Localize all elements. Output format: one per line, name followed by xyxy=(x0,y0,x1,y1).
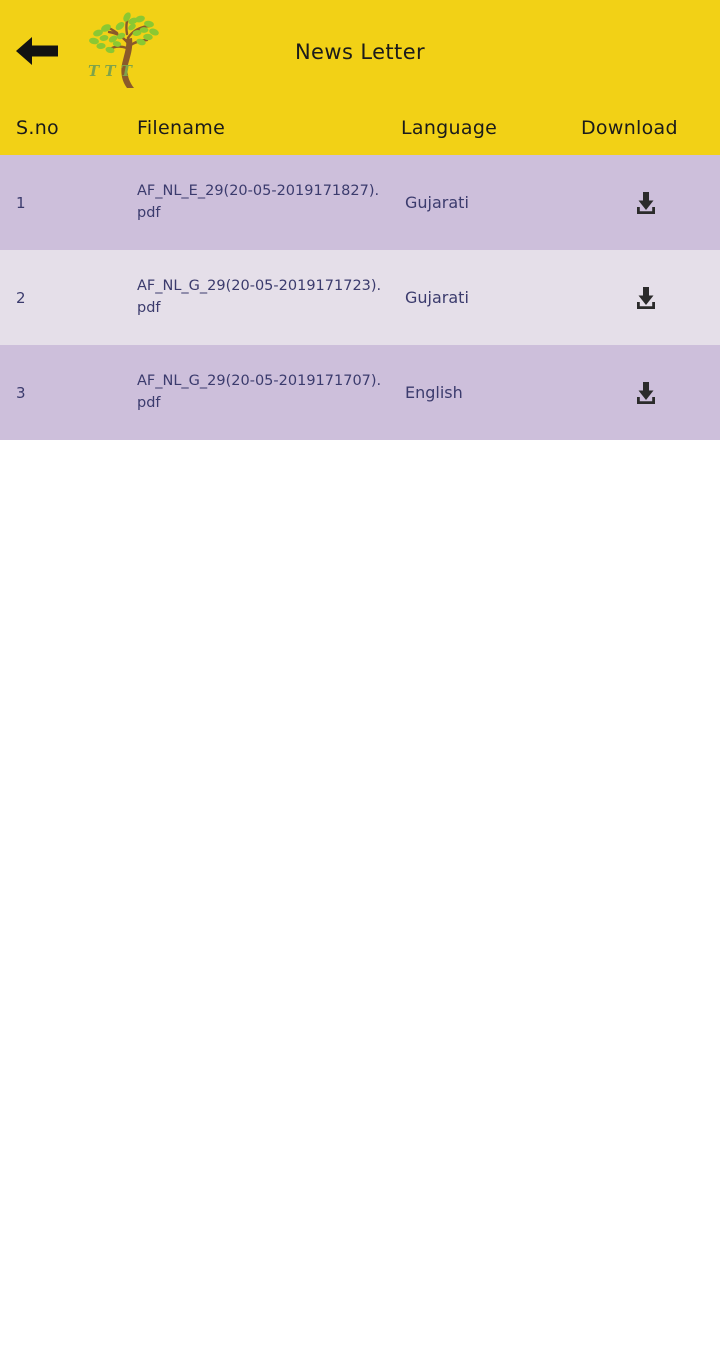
download-icon xyxy=(637,381,655,404)
column-header-download: Download xyxy=(581,117,678,139)
table-row[interactable]: 2 AF_NL_G_29(20-05-2019171723).pdf Gujar… xyxy=(0,250,720,345)
cell-language: Gujarati xyxy=(405,288,469,307)
cell-filename: AF_NL_E_29(20-05-2019171827).pdf xyxy=(137,183,380,221)
cell-language: English xyxy=(405,383,463,402)
table-row[interactable]: 3 AF_NL_G_29(20-05-2019171707).pdf Engli… xyxy=(0,345,720,440)
cell-filename: AF_NL_G_29(20-05-2019171707).pdf xyxy=(137,373,382,411)
page-title-text: News Letter xyxy=(294,40,426,64)
cell-filename: AF_NL_G_29(20-05-2019171723).pdf xyxy=(137,278,382,316)
cell-sno: 1 xyxy=(16,193,26,212)
cell-sno: 3 xyxy=(16,383,26,402)
app-bar: T T T News Letter xyxy=(0,0,720,101)
news-letter-screen: T T T News Letter S.no Filename Language… xyxy=(0,0,720,1350)
empty-content-area xyxy=(0,440,720,1349)
column-header-sno: S.no xyxy=(16,117,59,139)
cell-sno: 2 xyxy=(16,288,26,307)
download-button[interactable] xyxy=(608,250,684,345)
newsletter-table: S.no Filename Language Download 1 AF_NL_… xyxy=(0,101,720,440)
column-header-filename: Filename xyxy=(137,117,226,139)
cell-language: Gujarati xyxy=(405,193,469,212)
page-title: News Letter xyxy=(0,40,720,64)
download-icon xyxy=(637,286,655,309)
download-button[interactable] xyxy=(608,345,684,440)
column-header-language: Language xyxy=(401,117,498,139)
download-icon xyxy=(637,191,655,214)
download-button[interactable] xyxy=(608,155,684,250)
logo-text: T T T xyxy=(88,62,134,80)
table-header-row: S.no Filename Language Download xyxy=(0,101,720,155)
table-row[interactable]: 1 AF_NL_E_29(20-05-2019171827).pdf Gujar… xyxy=(0,155,720,250)
